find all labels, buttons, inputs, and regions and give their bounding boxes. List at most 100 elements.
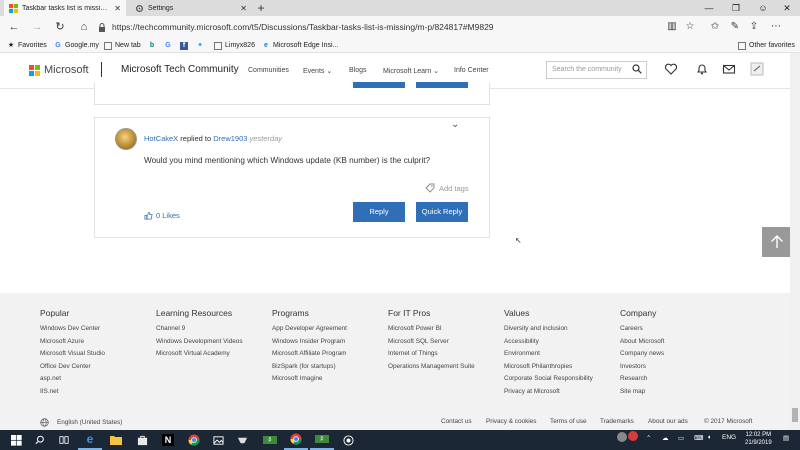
profile-avatar-icon[interactable] [750, 62, 764, 76]
search-icon[interactable] [632, 64, 642, 74]
nav-blogs[interactable]: Blogs [349, 67, 367, 74]
reply-button[interactable]: Reply [353, 202, 405, 222]
taskbar-app-beta-1[interactable]: β [258, 430, 282, 450]
footer-link[interactable]: Microsoft Affiliate Program [272, 348, 387, 361]
likes-link[interactable]: 0 Likes [144, 211, 180, 220]
taskbar-app-terminal[interactable]: N [156, 430, 180, 450]
address-input[interactable]: https://techcommunity.microsoft.com/t5/D… [98, 19, 658, 35]
footer-ads-link[interactable]: About our ads [648, 418, 688, 425]
footer-link[interactable]: Company news [620, 348, 735, 361]
tray-volume-icon[interactable]: 🔈︎ [708, 434, 712, 442]
tray-clock[interactable]: 12:02 PM 21/9/2019 [745, 431, 772, 447]
other-favorites-button[interactable]: Other favorites [738, 39, 795, 52]
author-link[interactable]: HotCakeX [144, 134, 178, 143]
footer-link[interactable]: Accessibility [504, 336, 619, 349]
taskbar-app-chrome-2[interactable] [284, 430, 308, 450]
bookmark-edge-insider[interactable]: e Microsoft Edge Insi... [262, 39, 338, 52]
taskbar-app-chrome[interactable] [182, 430, 206, 450]
footer-link[interactable]: Channel 9 [156, 323, 271, 336]
footer-link[interactable]: Internet of Things [388, 348, 503, 361]
bookmark-facebook[interactable]: f [180, 39, 191, 52]
reading-view-icon[interactable]: ▥ [664, 19, 680, 35]
maximize-button[interactable]: ❐ [723, 0, 749, 16]
taskbar-app-game[interactable] [230, 430, 254, 450]
footer-terms-link[interactable]: Terms of use [550, 418, 587, 425]
footer-link[interactable]: Site map [620, 386, 735, 399]
add-tags-link[interactable]: Add tags [425, 183, 469, 193]
footer-link[interactable]: Office Dev Center [40, 361, 155, 374]
locale-selector[interactable]: English (United States) [40, 418, 122, 427]
page-scrollbar[interactable] [790, 53, 800, 430]
taskbar-app-recorder[interactable] [336, 430, 360, 450]
tray-keyboard-icon[interactable]: ⌨ [694, 434, 703, 442]
footer-link[interactable]: Microsoft SQL Server [388, 336, 503, 349]
mail-icon[interactable] [722, 62, 736, 76]
taskbar-app-store[interactable] [130, 430, 154, 450]
start-button[interactable] [4, 430, 28, 450]
bookmark-bing[interactable]: b [148, 39, 159, 52]
taskbar-app-edge[interactable]: e [78, 430, 102, 450]
tray-app-icon[interactable] [617, 432, 627, 444]
footer-link[interactable]: Corporate Social Responsibility [504, 373, 619, 386]
footer-link[interactable]: Investors [620, 361, 735, 374]
taskbar-app-beta-2[interactable]: β [310, 430, 334, 450]
search-taskbar-button[interactable] [28, 430, 52, 450]
close-window-button[interactable]: ✕ [774, 0, 800, 16]
footer-link[interactable]: About Microsoft [620, 336, 735, 349]
refresh-button[interactable]: ↻ [52, 19, 68, 35]
footer-trademarks-link[interactable]: Trademarks [600, 418, 634, 425]
bookmark-twitter[interactable]: ✦ [196, 39, 207, 52]
footer-link[interactable]: Windows Insider Program [272, 336, 387, 349]
footer-link[interactable]: Research [620, 373, 735, 386]
tray-network-icon[interactable]: ▭ [678, 434, 684, 442]
tab-taskbar-tasks[interactable]: Taskbar tasks list is missing - Mi ✕ [4, 0, 126, 16]
tray-language[interactable]: ENG [722, 434, 736, 441]
footer-link[interactable]: Windows Dev Center [40, 323, 155, 336]
bookmark-limyx[interactable]: Limyx826 [214, 39, 255, 52]
favorites-button[interactable]: ★ Favorites [7, 39, 47, 52]
footer-link[interactable]: Microsoft Visual Studio [40, 348, 155, 361]
nav-info-center[interactable]: Info Center [454, 67, 489, 74]
tray-security-icon[interactable] [628, 431, 638, 443]
taskbar-app-photos[interactable] [206, 430, 230, 450]
footer-link[interactable]: IIS.net [40, 386, 155, 399]
avatar[interactable] [115, 128, 137, 150]
footer-link[interactable]: Windows Development Videos [156, 336, 271, 349]
previous-quick-reply-button[interactable] [416, 82, 468, 88]
action-center-icon[interactable]: ▤ [783, 434, 789, 442]
taskbar-app-explorer[interactable] [104, 430, 128, 450]
bookmark-new-tab[interactable]: New tab [104, 39, 141, 52]
forward-button[interactable]: → [29, 19, 45, 35]
tab-close-icon[interactable]: ✕ [114, 4, 121, 13]
scroll-to-top-button[interactable] [762, 227, 792, 257]
bookmark-google[interactable]: G Google.my [54, 39, 99, 52]
footer-link[interactable]: Microsoft Azure [40, 336, 155, 349]
footer-link[interactable]: Careers [620, 323, 735, 336]
back-button[interactable]: ← [6, 19, 22, 35]
search-input[interactable]: Search the community [546, 61, 647, 79]
tray-overflow-icon[interactable]: ⌃ [646, 434, 651, 442]
minimize-button[interactable]: — [696, 0, 722, 16]
share-icon[interactable]: ⇪ [746, 19, 762, 35]
tray-cloud-icon[interactable]: ☁ [662, 434, 669, 442]
bookmark-g[interactable]: G [164, 39, 175, 52]
settings-menu-button[interactable]: ☺ [750, 0, 776, 16]
favorites-hub-icon[interactable]: ✩ [707, 19, 723, 35]
pen-icon[interactable]: ✎ [727, 19, 743, 35]
footer-link[interactable]: Microsoft Virtual Academy [156, 348, 271, 361]
footer-link[interactable]: Microsoft Philanthropies [504, 361, 619, 374]
favorite-star-icon[interactable]: ☆ [682, 19, 698, 35]
nav-communities[interactable]: Communities [248, 67, 289, 74]
footer-privacy-link[interactable]: Privacy & cookies [486, 418, 536, 425]
quick-reply-button[interactable]: Quick Reply [416, 202, 468, 222]
footer-link[interactable]: Microsoft Imagine [272, 373, 387, 386]
footer-link[interactable]: Operations Management Suite [388, 361, 503, 374]
tab-close-icon[interactable]: ✕ [240, 4, 247, 13]
bell-icon[interactable] [695, 62, 709, 76]
more-menu-icon[interactable]: ⋯ [768, 19, 784, 35]
heart-icon[interactable] [664, 62, 678, 76]
microsoft-brand[interactable]: Microsoft [44, 64, 89, 76]
scrollbar-thumb[interactable] [792, 408, 798, 422]
tab-settings[interactable]: Settings ✕ [130, 0, 252, 16]
nav-microsoft-learn[interactable]: Microsoft Learn ⌄ [383, 67, 439, 75]
